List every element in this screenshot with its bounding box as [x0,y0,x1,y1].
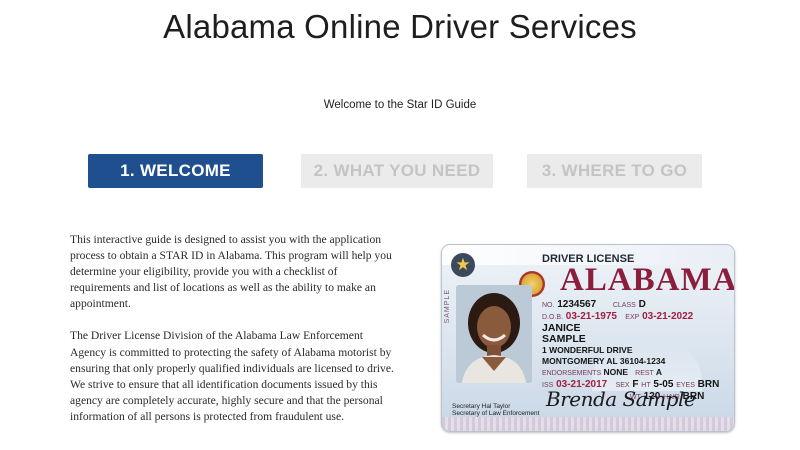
tab-where-to-go[interactable]: 3. WHERE TO GO [527,154,702,188]
license-class: D [638,299,646,310]
page-subtitle: Welcome to the Star ID Guide [323,99,477,111]
license-signature: Brenda Sample [546,387,696,411]
person-portrait-icon [456,285,532,383]
license-number: 1234567 [557,299,597,310]
tab-what-you-need[interactable]: 2. WHAT YOU NEED [301,154,493,188]
license-state: ALABAMA [560,262,735,298]
license-photo [456,285,532,383]
intro-paragraph-2: The Driver License Division of the Alaba… [70,329,394,423]
license-dob: 03-21-1975 [565,311,617,322]
sample-license-image: ★ SAMPLE DRIVER LICENSE ALABAMA NO. 1234… [441,244,735,432]
page-title: Alabama Online Driver Services [163,8,637,45]
license-address-line-2: MONTGOMERY AL 36104-1234 [542,356,666,366]
license-secretary: Secretary Hal Taylor Secretary of Law En… [452,403,540,417]
license-last-name: SAMPLE [542,333,586,345]
intro-text: This interactive guide is designed to as… [70,232,395,441]
license-address-line-1: 1 WONDERFUL DRIVE [542,345,633,355]
star-icon: ★ [451,253,475,277]
tab-welcome[interactable]: 1. WELCOME [88,154,263,188]
intro-paragraph-1: This interactive guide is designed to as… [70,233,392,311]
license-vertical-text: SAMPLE [444,289,451,324]
license-exp: 03-21-2022 [642,311,694,322]
license-bottom-stripes [442,417,734,431]
